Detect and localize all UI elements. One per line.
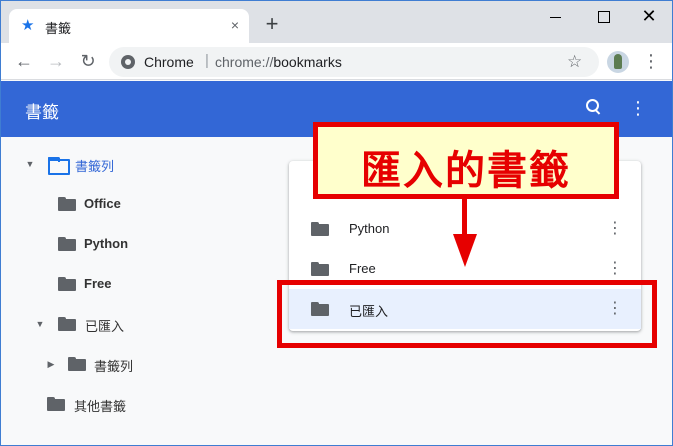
browser-toolbar: ← → ↻ Chrome | chrome://bookmarks ☆ ⋮ — [1, 43, 672, 80]
folder-icon — [58, 197, 76, 211]
new-tab-button[interactable]: + — [261, 13, 283, 35]
list-item-label: Python — [349, 221, 390, 236]
url-scheme: chrome:// — [215, 54, 274, 70]
tree-label: 書籤列 — [94, 359, 134, 374]
avatar[interactable] — [607, 51, 629, 73]
folder-icon — [68, 357, 86, 371]
browser-window: ★ 書籤 × + ✕ ← → ↻ Chrome | chrome://bookm… — [0, 0, 673, 446]
annotation-highlight-box — [277, 280, 657, 348]
annotation-text: 匯入的書籤 — [361, 149, 571, 193]
expand-arrow-icon[interactable]: ▶ — [46, 352, 56, 376]
tab-bookmarks[interactable]: ★ 書籤 × — [9, 9, 249, 43]
annotation-arrow-line — [462, 199, 467, 237]
folder-icon — [311, 262, 329, 276]
window-close-button[interactable]: ✕ — [638, 7, 660, 27]
url-path: bookmarks — [273, 54, 342, 70]
browser-menu-icon[interactable]: ⋮ — [642, 50, 660, 72]
tree-label: 書籤列 — [75, 159, 115, 174]
folder-icon — [47, 397, 65, 411]
chrome-site-icon — [121, 55, 135, 69]
list-item-label: Free — [349, 261, 376, 276]
folder-open-icon — [48, 157, 70, 175]
collapse-arrow-icon[interactable]: ▼ — [35, 312, 45, 336]
folder-icon — [58, 277, 76, 291]
tree-label: Office — [84, 196, 121, 211]
tree-label: 其他書籤 — [74, 399, 127, 414]
tree-item-office[interactable]: Office — [56, 192, 226, 216]
more-menu-icon[interactable]: ⋮ — [629, 97, 647, 119]
folder-icon — [58, 237, 76, 251]
folder-icon — [311, 222, 329, 236]
page-title: 書籤 — [25, 103, 59, 122]
tree-item-imported[interactable]: ▼ 已匯入 — [35, 312, 225, 336]
tab-strip: ★ 書籤 × + ✕ — [1, 1, 672, 43]
back-icon[interactable]: ← — [13, 50, 35, 72]
tree-item-other-bookmarks[interactable]: 其他書籤 — [47, 392, 227, 416]
tree-label: 已匯入 — [85, 319, 125, 334]
star-icon: ★ — [21, 17, 35, 34]
tab-close-button[interactable]: × — [227, 17, 243, 33]
forward-icon[interactable]: → — [45, 50, 67, 72]
url-text: chrome://bookmarks — [215, 54, 342, 70]
tab-title: 書籤 — [45, 21, 72, 36]
tree-item-python[interactable]: Python — [56, 232, 226, 256]
folder-icon — [58, 317, 76, 331]
search-icon[interactable] — [583, 96, 605, 118]
site-chip: Chrome — [144, 54, 194, 70]
tree-item-free[interactable]: Free — [56, 272, 226, 296]
tree-item-imported-bookmarks-bar[interactable]: ▶ 書籤列 — [46, 352, 226, 376]
item-menu-icon[interactable]: ⋮ — [607, 258, 623, 280]
tree-item-bookmarks-bar[interactable]: ▼ 書籤列 — [25, 152, 225, 176]
omnibox-separator: | — [205, 52, 209, 69]
collapse-arrow-icon[interactable]: ▼ — [25, 152, 35, 176]
tree-label: Free — [84, 276, 112, 291]
annotation-arrow-head-icon — [453, 234, 477, 267]
item-menu-icon[interactable]: ⋮ — [607, 218, 623, 240]
minimize-button[interactable] — [545, 7, 567, 27]
address-bar[interactable]: Chrome | chrome://bookmarks ☆ — [109, 47, 599, 77]
reload-icon[interactable]: ↻ — [77, 50, 99, 72]
tree-label: Python — [84, 236, 129, 251]
maximize-button[interactable] — [592, 7, 614, 27]
bookmark-star-icon[interactable]: ☆ — [567, 52, 582, 72]
annotation-callout: 匯入的書籤 — [313, 122, 619, 199]
